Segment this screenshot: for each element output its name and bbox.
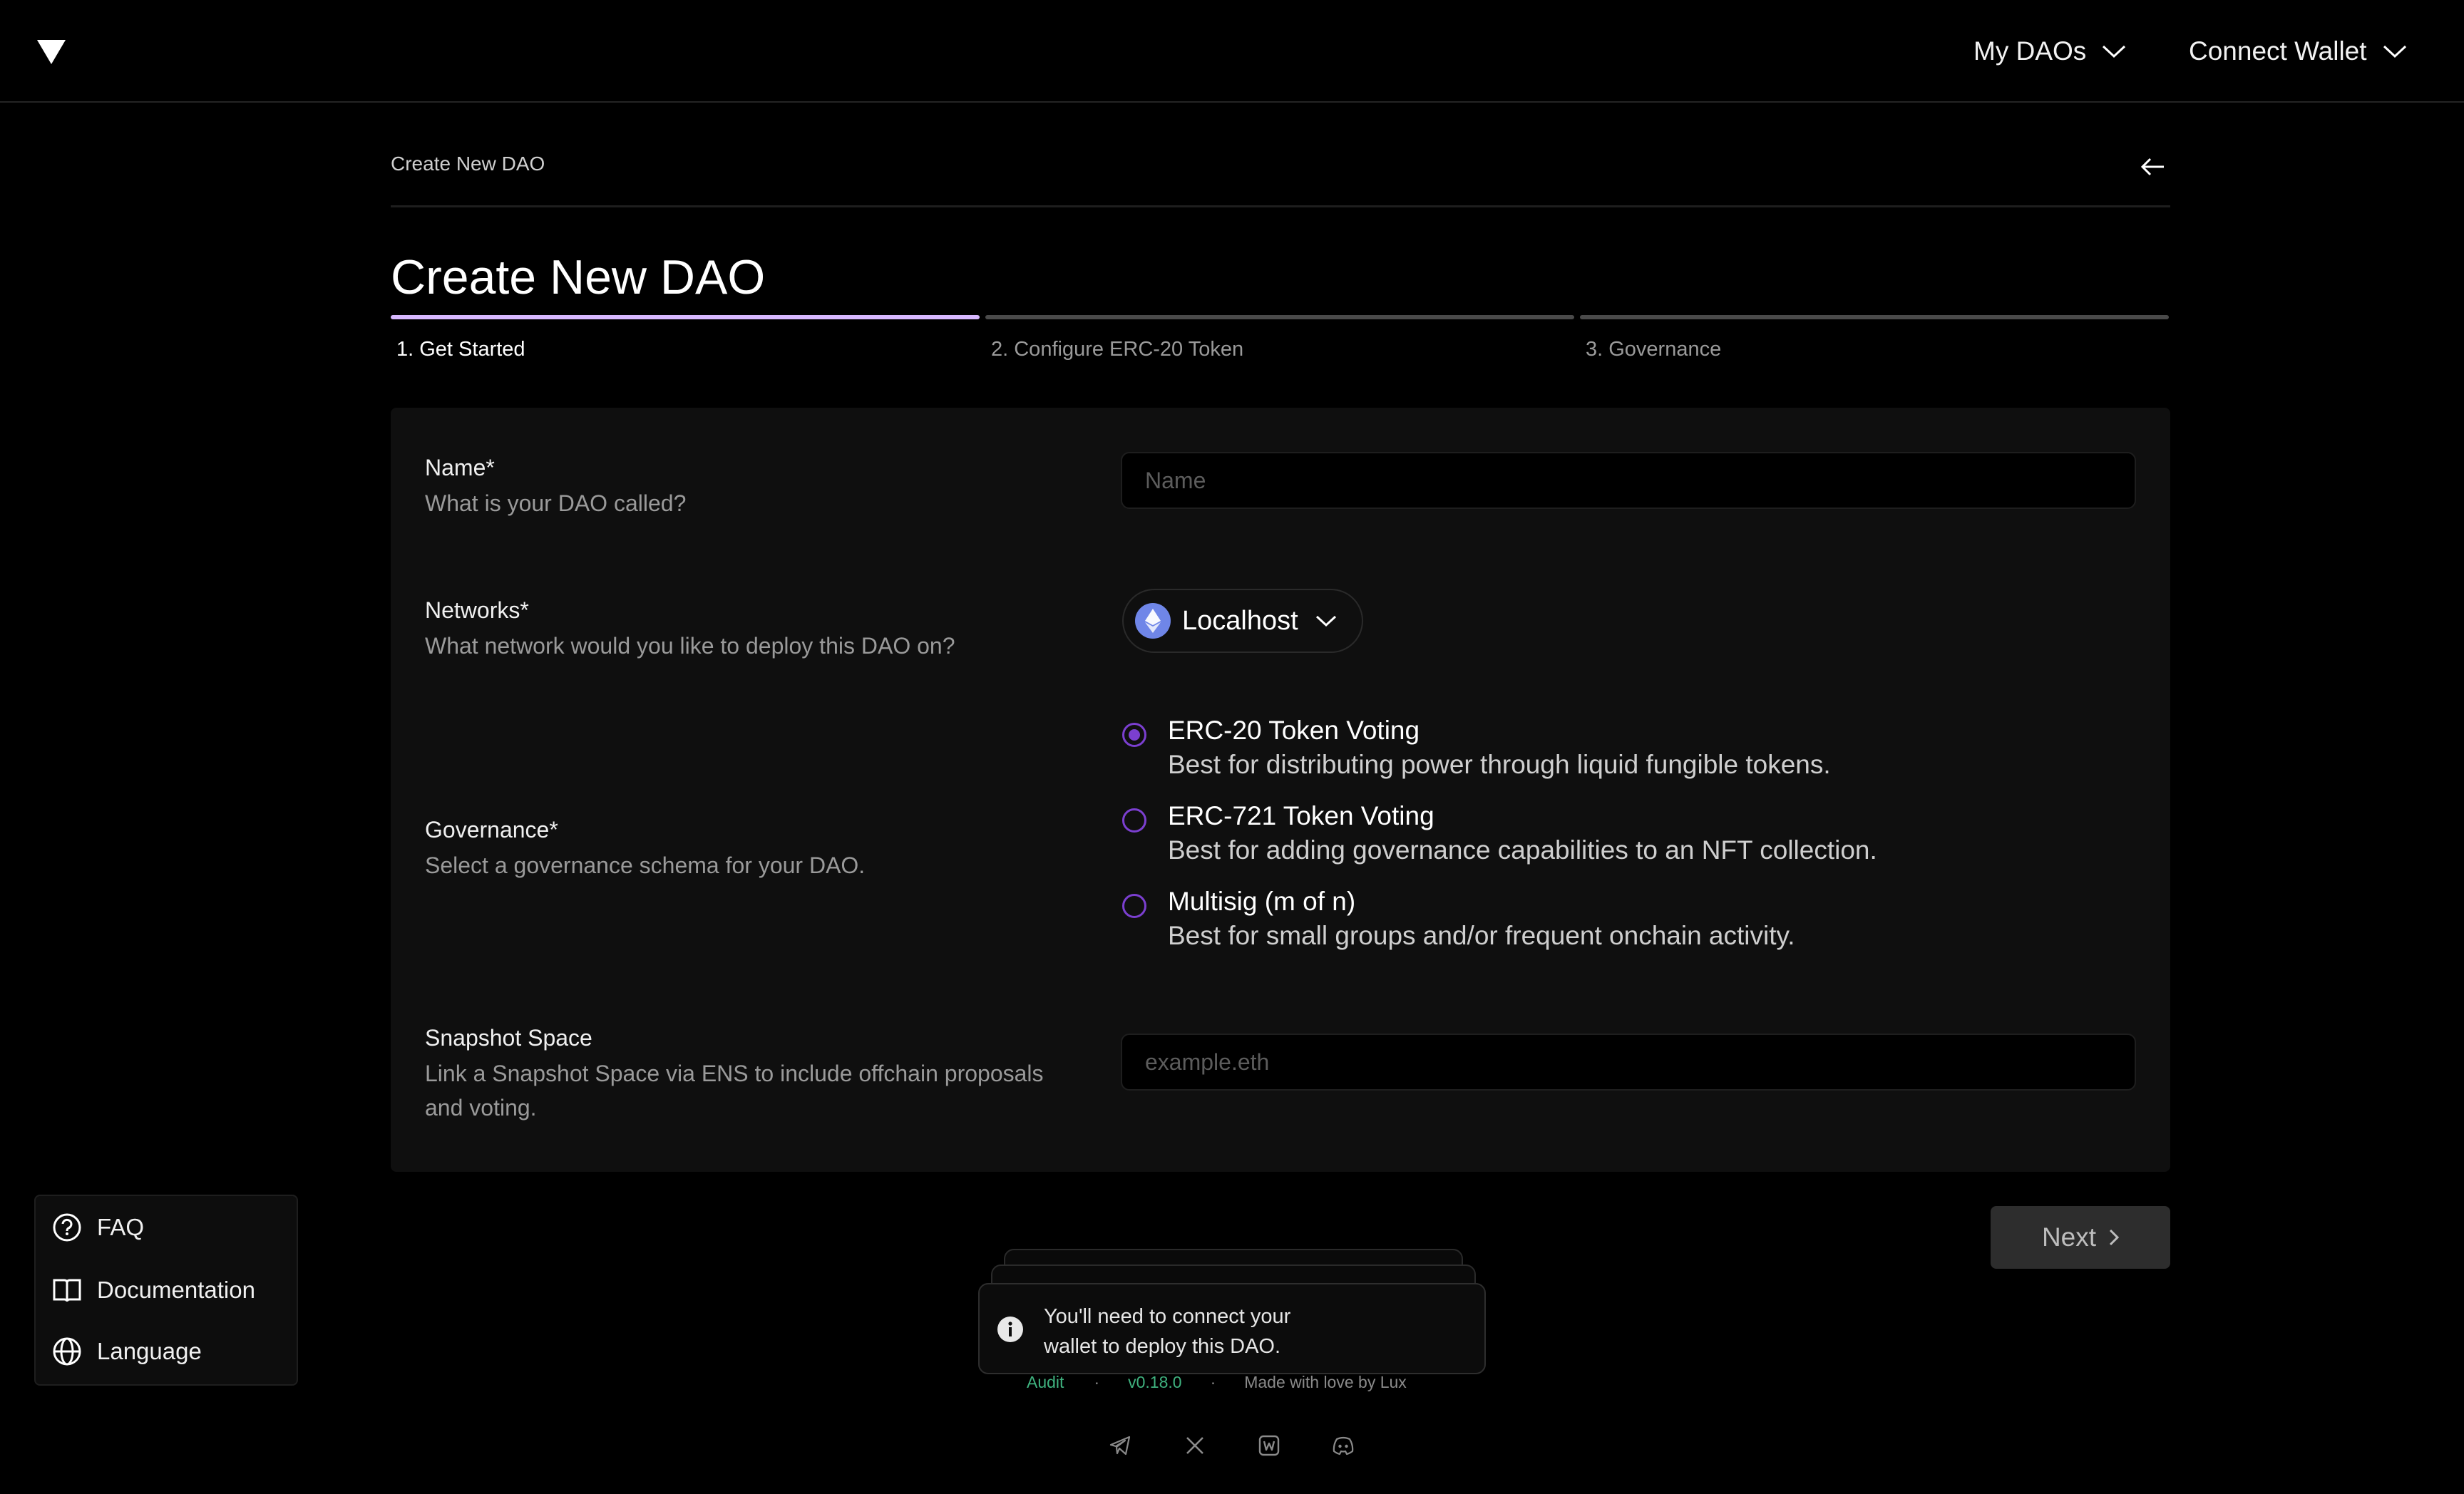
connect-wallet-toast: You'll need to connect your wallet to de… [978,1283,1486,1374]
version-link[interactable]: v0.18.0 [1128,1373,1181,1392]
name-label: Name* [425,455,495,480]
radio-button[interactable] [1122,723,1146,747]
warpcast-icon[interactable] [1256,1433,1282,1458]
option-description: Best for small groups and/or frequent on… [1168,921,1795,950]
step-governance: 3. Governance [1580,315,2169,361]
info-icon [997,1316,1024,1343]
telegram-icon[interactable] [1107,1433,1133,1458]
menu-item-label: FAQ [97,1214,145,1240]
snapshot-label: Snapshot Space [425,1025,592,1051]
connect-wallet-label: Connect Wallet [2189,36,2367,66]
option-title: ERC-721 Token Voting [1168,801,1434,830]
networks-label: Networks* [425,597,529,623]
option-title: Multisig (m of n) [1168,887,1356,916]
breadcrumb: Create New DAO [391,153,545,175]
toast-message: You'll need to connect your wallet to de… [1044,1302,1386,1361]
chevron-down-icon [1315,614,1337,627]
chevron-right-icon [2109,1229,2120,1246]
help-menu: FAQ Documentation Language [34,1195,298,1386]
back-button[interactable] [2137,151,2169,182]
snapshot-description-line1: Link a Snapshot Space via ENS to include… [425,1061,1044,1086]
book-icon [51,1274,83,1306]
discord-icon[interactable] [1330,1433,1356,1458]
my-daos-label: My DAOs [1973,36,2087,66]
chevron-down-icon [2383,44,2407,58]
step-label: 2. Configure ERC-20 Token [991,338,1244,361]
governance-description: Select a governance schema for your DAO. [425,852,866,878]
menu-item-language[interactable]: Language [51,1336,202,1367]
toast-line-2: wallet to deploy this DAO. [1044,1335,1281,1358]
made-with-love-text: Made with love by Lux [1244,1373,1407,1391]
step-label: 1. Get Started [396,338,525,361]
step-label: 3. Governance [1586,338,1722,361]
audit-link[interactable]: Audit [1027,1373,1064,1392]
next-button[interactable]: Next [1991,1206,2170,1269]
my-daos-menu[interactable]: My DAOs [1973,31,2126,71]
x-icon[interactable] [1182,1433,1208,1458]
ethereum-icon [1135,603,1171,639]
arrow-left-icon [2141,158,2164,176]
option-description: Best for distributing power through liqu… [1168,750,1831,779]
snapshot-description-line2: and voting. [425,1095,537,1120]
help-circle-icon [51,1212,83,1243]
step-configure-token: 2. Configure ERC-20 Token [985,315,1574,361]
menu-item-label: Documentation [97,1277,255,1303]
name-description: What is your DAO called? [425,490,687,516]
network-select[interactable]: Localhost [1122,589,1363,653]
step-get-started: 1. Get Started [391,315,980,361]
create-dao-form: Name* What is your DAO called? Networks*… [391,408,2170,1172]
breadcrumb-divider [391,205,2170,207]
next-label: Next [2041,1222,2097,1252]
radio-button[interactable] [1122,808,1146,833]
connect-wallet-menu[interactable]: Connect Wallet [2189,31,2407,71]
chevron-down-icon [2102,44,2126,58]
top-bar: My DAOs Connect Wallet [0,0,2464,103]
toast-line-1: You'll need to connect your [1044,1305,1291,1328]
footer-separator: · [1094,1373,1100,1391]
menu-item-label: Language [97,1338,202,1364]
option-title: ERC-20 Token Voting [1168,716,1420,745]
menu-item-faq[interactable]: FAQ [51,1212,144,1243]
footer-links: Audit · v0.18.0 · Made with love by Lux [1027,1373,1407,1392]
menu-item-documentation[interactable]: Documentation [51,1274,255,1306]
globe-icon [51,1336,83,1367]
network-selected-value: Localhost [1182,605,1298,636]
footer-separator: · [1210,1373,1216,1391]
name-input[interactable] [1121,452,2136,509]
option-description: Best for adding governance capabilities … [1168,835,1877,865]
page-title: Create New DAO [391,250,766,304]
step-progress-bar [391,315,980,319]
triangle-logo-icon[interactable] [37,40,66,64]
radio-button[interactable] [1122,894,1146,918]
step-progress-bar [985,315,1574,319]
snapshot-input[interactable] [1121,1034,2136,1091]
governance-label: Governance* [425,817,558,843]
networks-description: What network would you like to deploy th… [425,633,955,659]
step-progress-bar [1580,315,2169,319]
